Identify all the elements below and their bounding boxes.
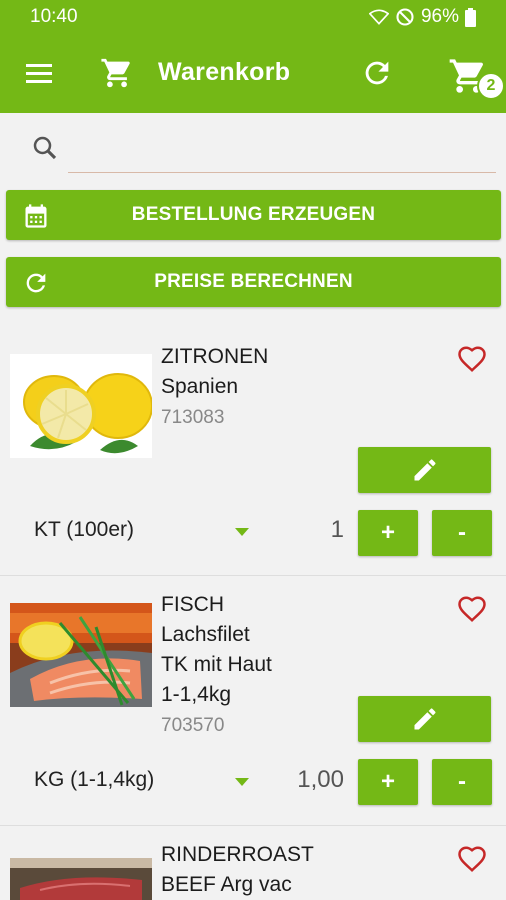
- status-time: 10:40: [30, 6, 78, 27]
- create-order-label: BESTELLUNG ERZEUGEN: [131, 204, 376, 225]
- search-input[interactable]: [68, 133, 496, 173]
- product-code: 713083: [161, 407, 225, 428]
- refresh-icon: [26, 273, 46, 293]
- product-image-salmon: [10, 603, 152, 707]
- favorite-heart-icon[interactable]: [456, 844, 488, 874]
- status-bar: 10:40 96%: [0, 0, 506, 34]
- cart-icon: [101, 58, 130, 88]
- battery-percent: 96%: [420, 6, 459, 27]
- status-icons: 96%: [368, 6, 476, 28]
- decrease-button[interactable]: -: [432, 759, 492, 805]
- product-name: ZITRONEN Spanien: [161, 342, 268, 402]
- product-name-line: TK mit Haut: [161, 653, 272, 676]
- product-name-line: Spanien: [161, 375, 239, 398]
- menu-icon[interactable]: [22, 60, 58, 88]
- product-name-line: FISCH: [161, 593, 224, 616]
- cart-item: RINDERROAST BEEF Arg vac: [0, 825, 506, 900]
- cart-count-badge: 2: [477, 72, 505, 100]
- wifi-icon: [368, 9, 389, 25]
- product-name-line: ZITRONEN: [161, 345, 269, 368]
- page-title: Warenkorb: [158, 58, 291, 86]
- increase-button[interactable]: +: [358, 510, 418, 556]
- cart-item: ZITRONEN Spanien 713083 KT (100er) 1 + -: [0, 322, 506, 575]
- product-name-line: 1-1,4kg: [161, 683, 232, 706]
- product-image-lemons: [10, 354, 152, 458]
- favorite-heart-icon[interactable]: [456, 344, 488, 374]
- refresh-icon[interactable]: [360, 56, 394, 90]
- calc-prices-label: PREISE BERECHNEN: [154, 271, 353, 292]
- favorite-heart-icon[interactable]: [456, 594, 488, 624]
- quantity-value[interactable]: 1: [264, 516, 344, 544]
- product-name-line: Lachsfilet: [161, 623, 250, 646]
- edit-button[interactable]: [358, 696, 491, 742]
- calendar-icon: [25, 204, 47, 228]
- product-code: 703570: [161, 715, 225, 736]
- unit-dropdown[interactable]: KT (100er): [34, 518, 134, 542]
- app-bar: Warenkorb 2: [0, 34, 506, 113]
- quantity-value[interactable]: 1,00: [264, 766, 344, 794]
- do-not-disturb-icon: [396, 8, 414, 26]
- product-image-beef: [10, 858, 152, 900]
- calc-prices-button[interactable]: PREISE BERECHNEN: [6, 257, 501, 307]
- unit-dropdown[interactable]: KG (1-1,4kg): [34, 768, 154, 792]
- product-name-line: BEEF Arg vac: [161, 873, 292, 896]
- cart-item: FISCH Lachsfilet TK mit Haut 1-1,4kg 703…: [0, 575, 506, 825]
- product-name: FISCH Lachsfilet TK mit Haut 1-1,4kg: [161, 590, 272, 710]
- pencil-icon: [414, 708, 436, 730]
- product-name-line: RINDERROAST: [161, 843, 314, 866]
- decrease-button[interactable]: -: [432, 510, 492, 556]
- dropdown-caret-icon[interactable]: [235, 528, 249, 536]
- product-name: RINDERROAST BEEF Arg vac: [161, 840, 314, 900]
- increase-button[interactable]: +: [358, 759, 418, 805]
- search-icon: [33, 136, 57, 160]
- dropdown-caret-icon[interactable]: [235, 778, 249, 786]
- edit-button[interactable]: [358, 447, 491, 493]
- battery-icon: [465, 7, 476, 27]
- pencil-icon: [414, 459, 436, 481]
- search-bar: [0, 113, 506, 185]
- create-order-button[interactable]: BESTELLUNG ERZEUGEN: [6, 190, 501, 240]
